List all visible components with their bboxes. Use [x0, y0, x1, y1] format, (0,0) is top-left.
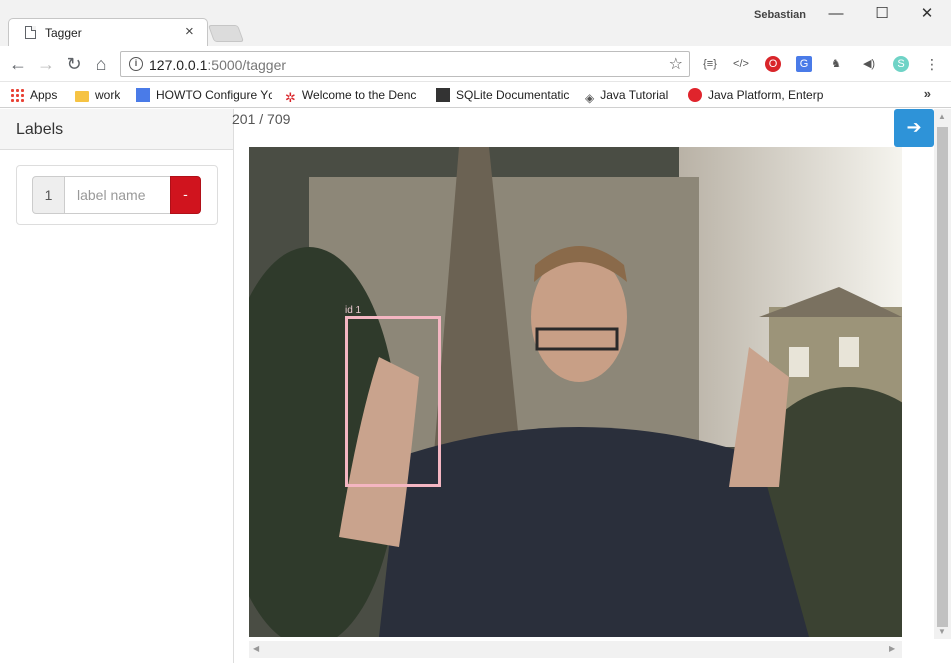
- tagger-main: 201 / 709 ➔ id 1 ▲ ▼ ◀ ▶: [232, 109, 951, 663]
- vertical-scroll-thumb[interactable]: [937, 127, 948, 627]
- close-tab-icon[interactable]: ×: [185, 23, 194, 40]
- next-image-button[interactable]: ➔: [894, 109, 934, 147]
- browser-toolbar: ← → ↻ ⌂ i 127.0.0.1:5000/tagger ☆ {≡} </…: [0, 46, 951, 82]
- bookmark-sqlite[interactable]: SQLite Documentatic: [436, 86, 572, 104]
- audio-extension-icon[interactable]: ◀): [861, 56, 877, 72]
- label-name-input[interactable]: [64, 176, 171, 214]
- url-text[interactable]: 127.0.0.1:5000/tagger: [149, 57, 286, 73]
- bookmark-java-tutorial[interactable]: ◈ Java Tutorial: [585, 86, 668, 104]
- oracle-icon: [688, 88, 702, 102]
- label-panel: 1 -: [16, 165, 218, 225]
- bookmark-java-platform[interactable]: Java Platform, Enterp: [688, 86, 824, 104]
- evernote-extension-icon[interactable]: ♞: [828, 56, 844, 72]
- sqlite-icon: [436, 88, 450, 102]
- scroll-down-icon[interactable]: ▼: [938, 627, 946, 636]
- teal-extension-icon[interactable]: S: [893, 56, 909, 72]
- minimize-icon[interactable]: —: [826, 4, 846, 24]
- browser-tab[interactable]: Tagger ×: [8, 18, 208, 46]
- maximize-icon[interactable]: ☐: [872, 4, 892, 24]
- sidebar-title: Labels: [0, 109, 233, 150]
- bookmark-apps[interactable]: Apps: [10, 86, 57, 104]
- translate-extension-icon[interactable]: G: [796, 56, 812, 72]
- folder-icon: [75, 91, 89, 102]
- bookmark-work[interactable]: work: [75, 86, 120, 104]
- opera-extension-icon[interactable]: O: [765, 56, 781, 72]
- remove-label-button[interactable]: -: [170, 176, 201, 214]
- label-index: 1: [32, 176, 65, 214]
- scroll-left-icon[interactable]: ◀: [253, 644, 259, 653]
- page-content: Labels 1 - 201 / 709 ➔: [0, 109, 951, 663]
- red-dots-icon: ✲: [285, 90, 296, 104]
- title-bar: Tagger × Sebastian — ☐ ✕: [0, 0, 951, 46]
- info-icon[interactable]: i: [129, 57, 143, 71]
- menu-icon[interactable]: ⋮: [924, 56, 940, 72]
- forward-icon[interactable]: →: [35, 53, 57, 75]
- home-icon[interactable]: ⌂: [90, 53, 112, 75]
- address-bar[interactable]: i 127.0.0.1:5000/tagger ☆: [120, 51, 690, 77]
- labels-sidebar: Labels 1 -: [0, 109, 234, 663]
- json-extension-icon[interactable]: {≡}: [702, 56, 718, 72]
- image-canvas[interactable]: id 1: [249, 147, 902, 637]
- diamond-icon: ◈: [585, 91, 595, 104]
- bookmarks-bar: Apps work HOWTO Configure Yc ✲ Welcome to…: [0, 82, 951, 108]
- scroll-up-icon[interactable]: ▲: [938, 112, 946, 121]
- bookmark-howto[interactable]: HOWTO Configure Yc: [136, 86, 272, 104]
- vertical-scrollbar[interactable]: ▲ ▼: [934, 109, 951, 639]
- close-window-icon[interactable]: ✕: [917, 4, 937, 24]
- horizontal-scrollbar[interactable]: ◀ ▶: [249, 641, 902, 658]
- image-counter: 201 / 709: [232, 111, 291, 127]
- label-row: 1 -: [32, 176, 202, 214]
- reload-icon[interactable]: ↻: [63, 53, 85, 75]
- apps-grid-icon: [10, 88, 24, 102]
- arrow-right-icon: ➔: [906, 117, 922, 137]
- doc-icon: [136, 88, 150, 102]
- back-icon[interactable]: ←: [7, 53, 29, 75]
- bookmark-welcome[interactable]: ✲ Welcome to the Denc: [285, 86, 423, 104]
- scroll-right-icon[interactable]: ▶: [889, 644, 895, 653]
- profile-name[interactable]: Sebastian: [754, 9, 806, 21]
- bbox-label: id 1: [345, 305, 362, 316]
- bounding-box[interactable]: [345, 316, 441, 487]
- page-icon: [25, 26, 36, 39]
- bookmark-star-icon[interactable]: ☆: [669, 54, 683, 74]
- tab-title: Tagger: [45, 26, 82, 40]
- new-tab-button[interactable]: [207, 25, 245, 42]
- more-bookmarks-icon[interactable]: »: [924, 86, 931, 101]
- code-extension-icon[interactable]: </>: [733, 56, 749, 72]
